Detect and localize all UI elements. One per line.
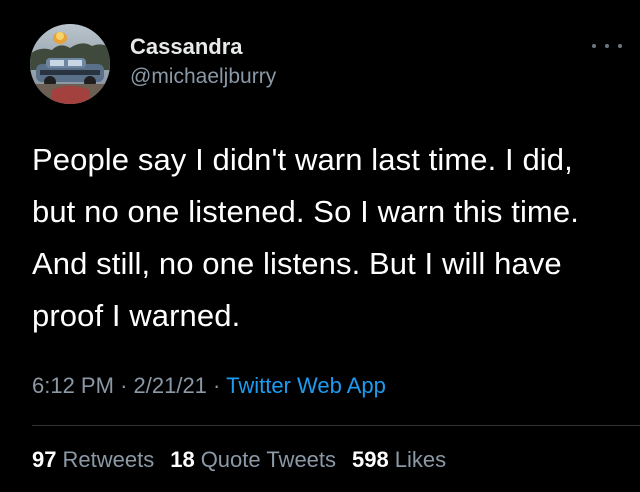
likes-stat[interactable]: 598 Likes bbox=[352, 446, 446, 474]
author-handle[interactable]: @michaeljburry bbox=[130, 64, 276, 90]
quote-tweets-stat[interactable]: 18 Quote Tweets bbox=[170, 446, 336, 474]
retweets-count: 97 bbox=[32, 447, 57, 472]
meta-separator: · bbox=[213, 373, 221, 398]
tweet-text: People say I didn't warn last time. I di… bbox=[32, 142, 579, 333]
tweet-container: Cassandra @michaeljburry People say I di… bbox=[0, 0, 640, 492]
more-dot bbox=[618, 44, 622, 48]
tweet-source-link[interactable]: Twitter Web App bbox=[226, 373, 386, 398]
retweets-label: Retweets bbox=[62, 447, 155, 472]
more-dot bbox=[592, 44, 596, 48]
profile-photo-avatar-icon bbox=[30, 24, 110, 104]
tweet-date[interactable]: 2/21/21 bbox=[134, 373, 207, 398]
tweet-stats: 97 Retweets 18 Quote Tweets 598 Likes bbox=[32, 446, 446, 474]
avatar[interactable] bbox=[30, 24, 110, 104]
likes-label: Likes bbox=[394, 447, 447, 472]
more-options-icon[interactable] bbox=[592, 38, 622, 54]
meta-separator: · bbox=[120, 373, 128, 398]
divider bbox=[32, 425, 640, 426]
tweet-meta: 6:12 PM · 2/21/21 · Twitter Web App bbox=[32, 372, 386, 400]
retweets-stat[interactable]: 97 Retweets bbox=[32, 446, 154, 474]
quote-tweets-label: Quote Tweets bbox=[200, 447, 337, 472]
author-display-name[interactable]: Cassandra bbox=[130, 34, 243, 60]
tweet-time[interactable]: 6:12 PM bbox=[32, 373, 114, 398]
quote-tweets-count: 18 bbox=[170, 447, 195, 472]
more-dot bbox=[605, 44, 609, 48]
likes-count: 598 bbox=[352, 447, 389, 472]
